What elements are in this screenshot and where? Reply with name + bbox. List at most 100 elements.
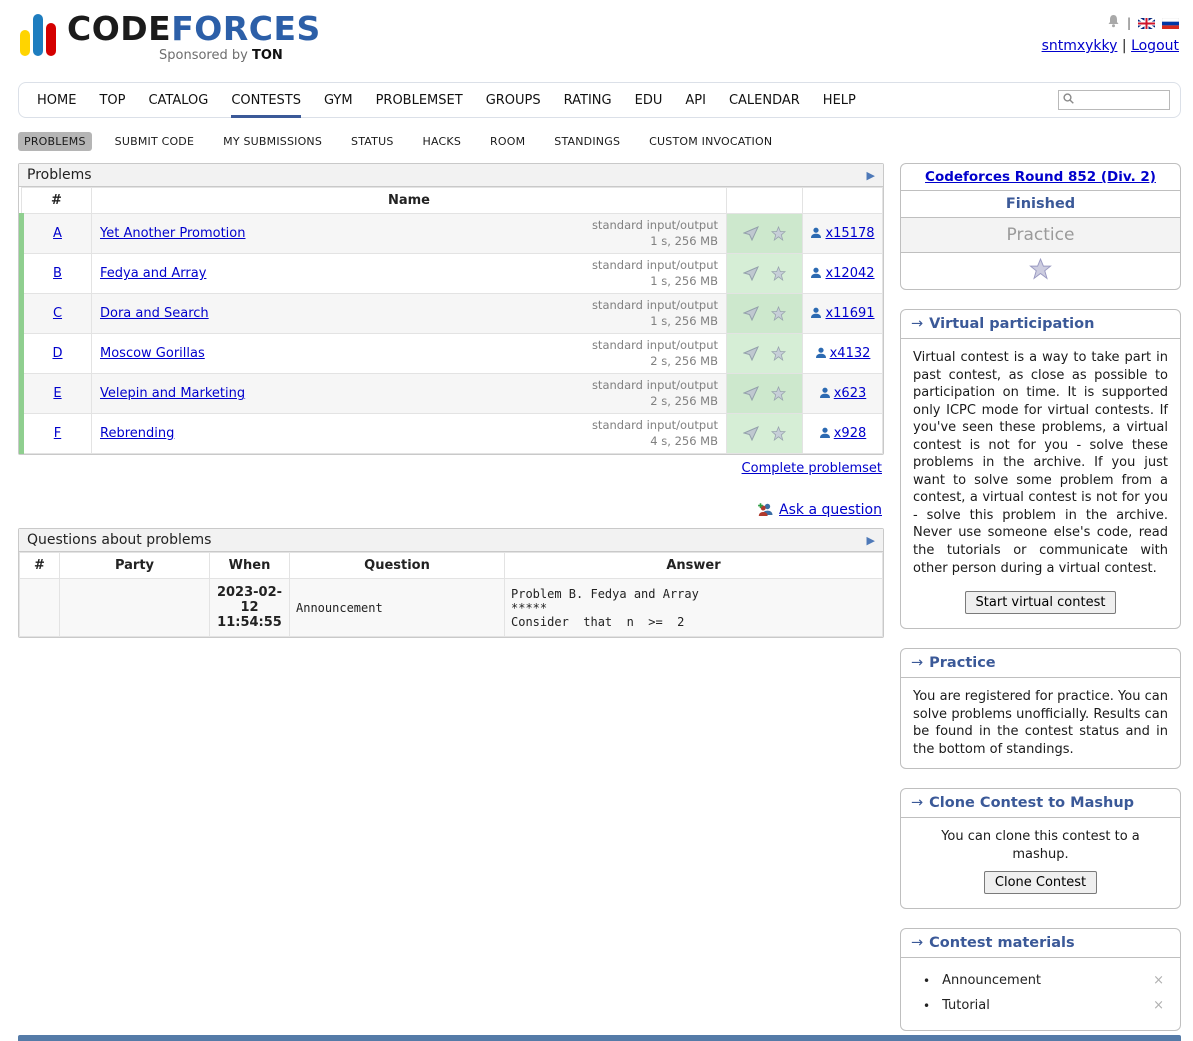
complete-problemset-link[interactable]: Complete problemset [742, 461, 882, 476]
submit-solution-icon[interactable] [743, 306, 759, 321]
submit-solution-icon[interactable] [743, 266, 759, 281]
favorite-star-icon[interactable] [771, 266, 786, 281]
virtual-body-text: Virtual contest is a way to take part in… [901, 339, 1180, 587]
section-arrow-icon: → [911, 655, 923, 671]
problem-name-link[interactable]: Moscow Gorillas [100, 346, 205, 361]
problem-index-link[interactable]: B [53, 266, 62, 281]
subnav-room[interactable]: ROOM [484, 132, 531, 151]
subnav-standings[interactable]: STANDINGS [548, 132, 626, 151]
search-input[interactable] [1078, 93, 1168, 107]
problem-index-link[interactable]: D [52, 346, 62, 361]
problem-io-limits: standard input/output1 s, 256 MB [592, 218, 718, 249]
practice-body-text: You are registered for practice. You can… [901, 678, 1180, 768]
question-row: 2023-02-12 11:54:55 Announcement Problem… [20, 579, 883, 637]
clone-caption: → Clone Contest to Mashup [901, 789, 1180, 818]
user-handle-link[interactable]: sntmxykky [1042, 38, 1118, 54]
practice-box: → Practice You are registered for practi… [900, 648, 1181, 769]
solved-count-link[interactable]: x928 [834, 426, 867, 441]
question-answer-cell: Problem B. Fedya and Array ***** Conside… [505, 579, 883, 637]
problem-index-link[interactable]: A [53, 226, 62, 241]
problem-name-link[interactable]: Yet Another Promotion [100, 226, 245, 241]
solved-count-link[interactable]: x623 [834, 386, 867, 401]
problem-index-link[interactable]: E [53, 386, 61, 401]
subnav-submit-code[interactable]: SUBMIT CODE [109, 132, 201, 151]
clone-contest-box: → Clone Contest to Mashup You can clone … [900, 788, 1181, 909]
submit-solution-icon[interactable] [743, 386, 759, 401]
lang-russian-flag[interactable] [1162, 18, 1179, 29]
solved-count-icon [819, 427, 831, 439]
contest-subnav: PROBLEMS SUBMIT CODE MY SUBMISSIONS STAT… [18, 132, 1181, 151]
codeforces-logo[interactable]: CODEFORCES Sponsored by TON [20, 12, 321, 63]
materials-list: • Announcement × • Tutorial × [901, 958, 1180, 1030]
ask-question-link[interactable]: Ask a question [779, 502, 882, 518]
problem-index-link[interactable]: F [54, 426, 61, 441]
subnav-my-submissions[interactable]: MY SUBMISSIONS [217, 132, 328, 151]
problem-io-limits: standard input/output1 s, 256 MB [592, 298, 718, 329]
close-icon[interactable]: × [1149, 973, 1168, 988]
problem-io-limits: standard input/output2 s, 256 MB [592, 378, 718, 409]
bell-icon[interactable] [1107, 14, 1120, 32]
favorite-star-icon[interactable] [771, 306, 786, 321]
nav-item-groups[interactable]: GROUPS [486, 83, 541, 118]
nav-item-calendar[interactable]: CALENDAR [729, 83, 800, 118]
solved-count-icon [810, 267, 822, 279]
logo-wordmark: CODEFORCES [67, 9, 321, 48]
problem-name-link[interactable]: Rebrending [100, 426, 174, 441]
submit-solution-icon[interactable] [743, 346, 759, 361]
problems-caption-bar: Problems ▶ [19, 164, 883, 187]
nav-item-gym[interactable]: GYM [324, 83, 353, 118]
column-header-name: Name [92, 188, 727, 214]
logout-link[interactable]: Logout [1131, 38, 1179, 54]
logo-bar-blue [33, 14, 43, 56]
favorite-star-icon[interactable] [771, 226, 786, 241]
material-label[interactable]: Announcement [942, 973, 1149, 988]
solved-count-icon [810, 227, 822, 239]
expand-arrow-icon[interactable]: ▶ [867, 169, 875, 182]
header: CODEFORCES Sponsored by TON | sntmxykky … [18, 10, 1181, 82]
solved-count-link[interactable]: x15178 [825, 226, 874, 241]
submit-solution-icon[interactable] [743, 426, 759, 441]
column-header-index: # [22, 188, 92, 214]
favorite-star-icon[interactable] [771, 346, 786, 361]
problem-index-link[interactable]: C [53, 306, 62, 321]
favorite-star-icon[interactable] [1029, 258, 1052, 280]
close-icon[interactable]: × [1149, 998, 1168, 1013]
subnav-problems[interactable]: PROBLEMS [18, 132, 92, 151]
nav-item-contests[interactable]: CONTESTS [231, 83, 301, 118]
expand-arrow-icon[interactable]: ▶ [867, 534, 875, 547]
submit-solution-icon[interactable] [743, 226, 759, 241]
nav-item-home[interactable]: HOME [37, 83, 76, 118]
contest-status: Finished [901, 191, 1180, 218]
bullet-icon: • [923, 999, 930, 1013]
material-label[interactable]: Tutorial [942, 998, 1149, 1013]
solved-count-link[interactable]: x11691 [825, 306, 874, 321]
nav-item-rating[interactable]: RATING [564, 83, 612, 118]
logo-bars-icon [20, 14, 59, 56]
problem-name-link[interactable]: Fedya and Array [100, 266, 206, 281]
problem-name-link[interactable]: Velepin and Marketing [100, 386, 245, 401]
solved-count-icon [819, 387, 831, 399]
column-header-question: Question [290, 553, 505, 579]
contest-favorite-row [901, 253, 1180, 289]
user-links: sntmxykky | Logout [1042, 38, 1179, 54]
subnav-status[interactable]: STATUS [345, 132, 399, 151]
subnav-hacks[interactable]: HACKS [417, 132, 467, 151]
solved-count-link[interactable]: x4132 [830, 346, 871, 361]
nav-item-edu[interactable]: EDU [635, 83, 663, 118]
contest-title-link[interactable]: Codeforces Round 852 (Div. 2) [925, 169, 1156, 185]
start-virtual-contest-button[interactable]: Start virtual contest [965, 591, 1117, 614]
solved-count-link[interactable]: x12042 [825, 266, 874, 281]
material-item-announcement: • Announcement × [919, 968, 1172, 993]
problem-name-link[interactable]: Dora and Search [100, 306, 209, 321]
favorite-star-icon[interactable] [771, 426, 786, 441]
nav-item-problemset[interactable]: PROBLEMSET [376, 83, 463, 118]
nav-item-top[interactable]: TOP [99, 83, 125, 118]
lang-english-flag[interactable] [1138, 18, 1155, 29]
nav-item-catalog[interactable]: CATALOG [148, 83, 208, 118]
nav-item-api[interactable]: API [685, 83, 706, 118]
subnav-custom-invocation[interactable]: CUSTOM INVOCATION [643, 132, 778, 151]
problem-row: A Yet Another Promotion standard input/o… [22, 214, 883, 254]
favorite-star-icon[interactable] [771, 386, 786, 401]
clone-contest-button[interactable]: Clone Contest [984, 871, 1097, 894]
nav-item-help[interactable]: HELP [823, 83, 856, 118]
